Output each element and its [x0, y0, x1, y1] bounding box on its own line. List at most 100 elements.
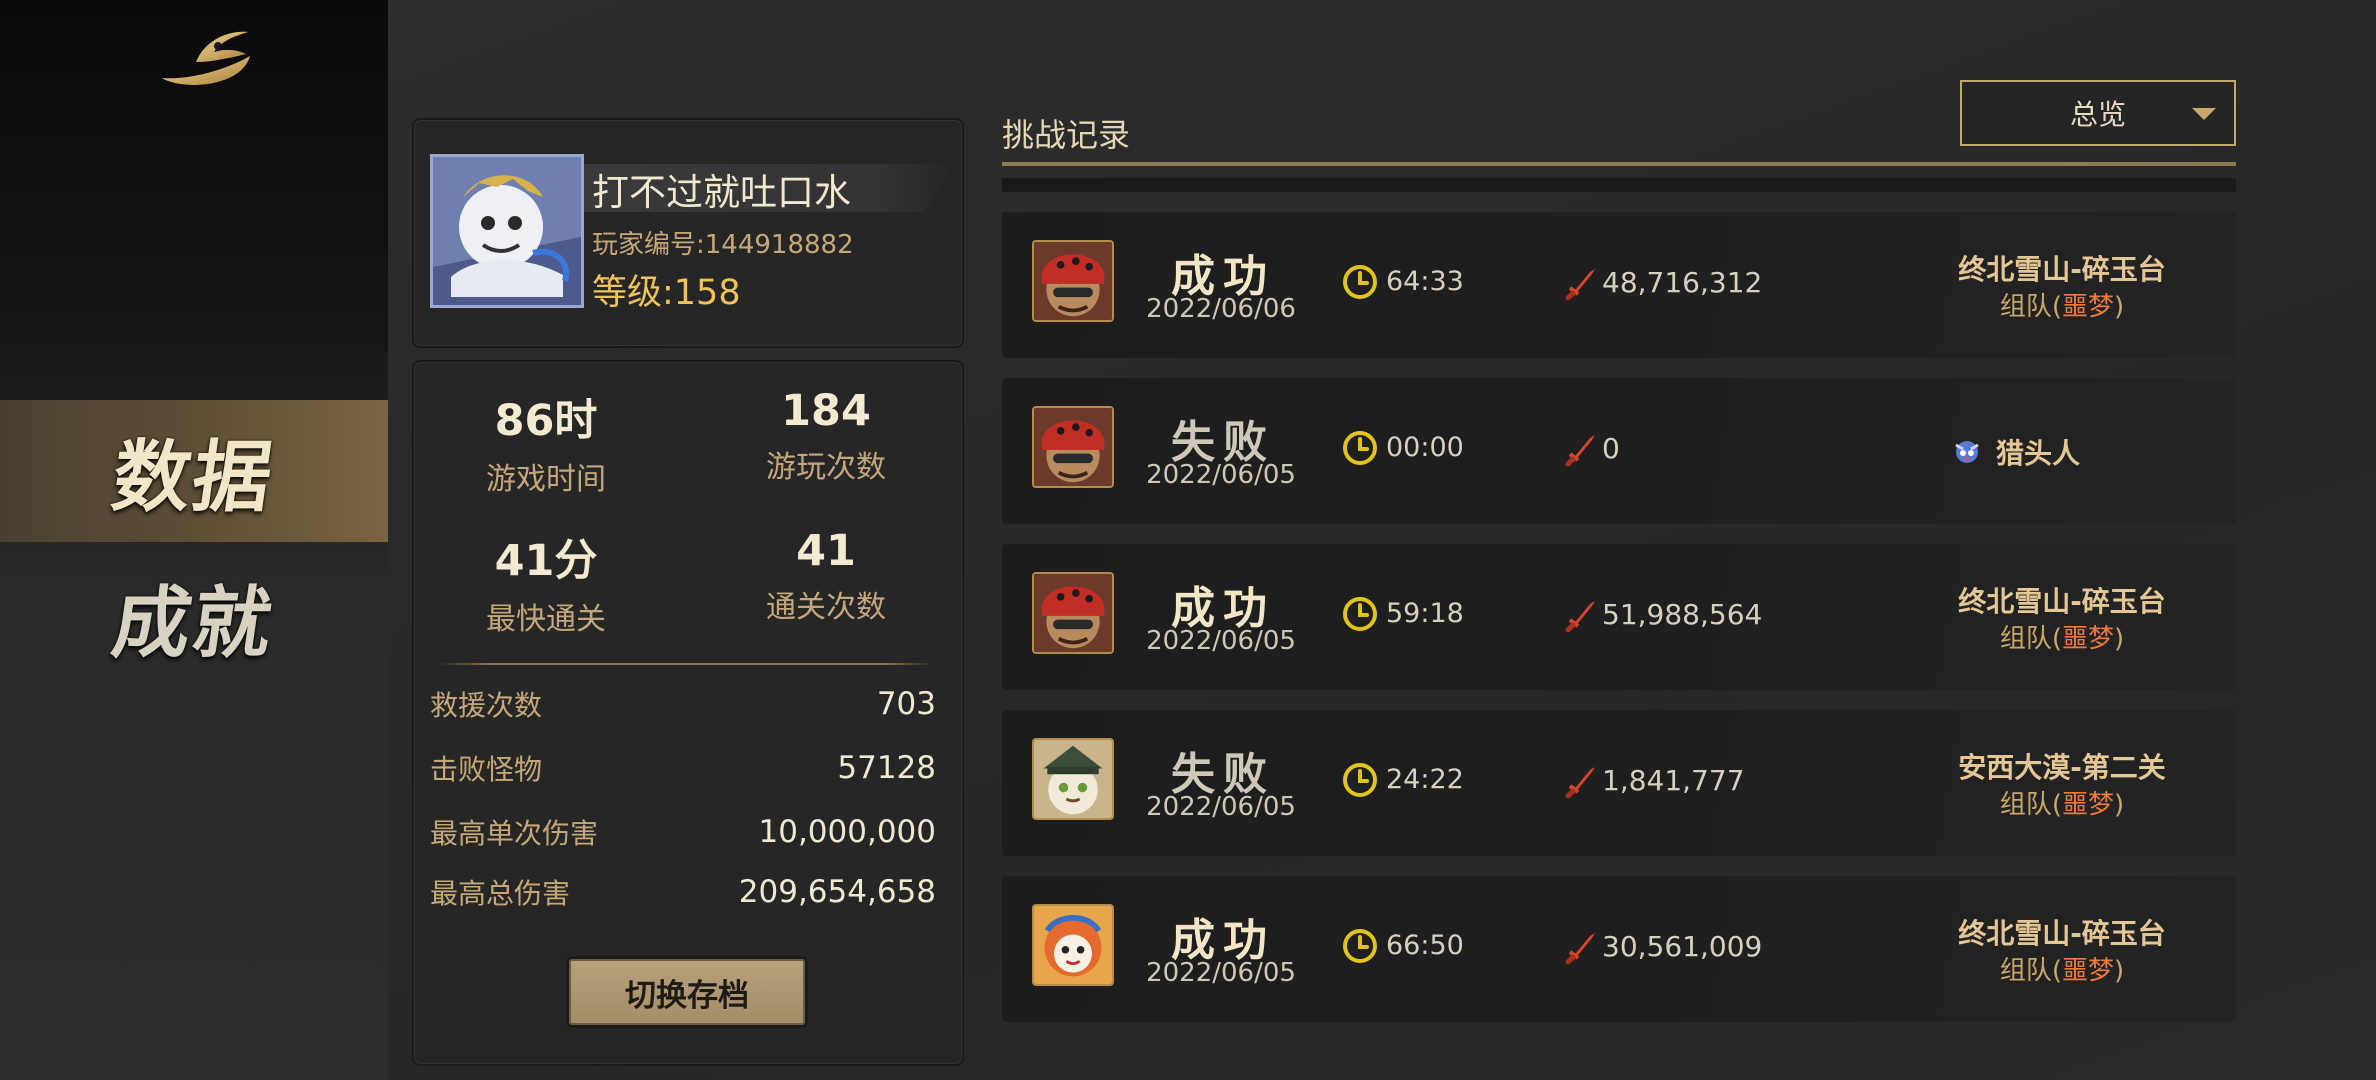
nav-achievements[interactable]: 成就	[0, 546, 388, 688]
record-time: 66:50	[1386, 930, 1464, 961]
stat-play-time-value: 86时	[494, 396, 598, 446]
nav-achievements-label: 成就	[106, 578, 280, 669]
record-mode-difficulty: 噩梦	[2061, 956, 2114, 986]
switch-save-button[interactable]: 切换存档	[566, 956, 808, 1028]
clock-icon	[1342, 762, 1378, 798]
record-time: 59:18	[1386, 598, 1464, 629]
stat-clear-count: 41 通关次数	[696, 526, 956, 626]
record-damage: 51,988,564	[1602, 598, 1763, 631]
records-filter-dropdown[interactable]: 总览	[1960, 80, 2236, 146]
nav-data[interactable]: 数据	[0, 400, 388, 542]
record-stage: 终北雪山-碎玉台	[1958, 585, 2166, 618]
records-scroll-top	[1002, 178, 2236, 192]
sword-icon	[1564, 762, 1600, 798]
sword-icon	[1564, 928, 1600, 964]
record-avatar	[1032, 738, 1114, 820]
record-mode-difficulty: 噩梦	[2061, 790, 2114, 820]
record-time: 00:00	[1386, 432, 1464, 463]
records-title: 挑战记录	[1002, 116, 1131, 154]
records-divider	[1002, 162, 2236, 166]
stat-row-label: 最高单次伤害	[430, 817, 599, 850]
record-avatar	[1032, 904, 1114, 986]
stat-row-label: 最高总伤害	[430, 877, 571, 910]
record-avatar	[1032, 240, 1114, 322]
stat-fastest-clear-label: 最快通关	[486, 602, 606, 637]
player-avatar-image	[433, 157, 581, 305]
stat-fastest-clear-value: 41分	[494, 536, 598, 586]
record-mode-suffix: )	[2114, 790, 2125, 820]
record-mode-difficulty: 噩梦	[2061, 292, 2114, 322]
red-hood-avatar-icon	[1034, 242, 1112, 320]
stat-play-count-label: 游玩次数	[766, 450, 886, 485]
player-name: 打不过就吐口水	[592, 171, 851, 214]
record-stage: 终北雪山-碎玉台	[1958, 917, 2166, 950]
record-row[interactable]: 成功 2022/06/05 66:50 30,561,009 终北雪山-碎玉台 …	[1002, 876, 2236, 1022]
record-damage: 30,561,009	[1602, 930, 1763, 963]
clock-icon	[1342, 928, 1378, 964]
record-mode-prefix: 组队(	[1999, 292, 2062, 322]
stat-clear-count-value: 41	[796, 526, 856, 576]
clock-icon	[1342, 430, 1378, 466]
record-damage: 1,841,777	[1602, 764, 1745, 797]
record-mode-suffix: )	[2114, 292, 2125, 322]
stat-row-max-total-damage: 最高总伤害 209,654,658	[430, 872, 936, 912]
red-hood-avatar-icon	[1034, 408, 1112, 486]
stat-play-time-label: 游戏时间	[486, 462, 606, 497]
record-mode-prefix: 组队(	[1999, 956, 2062, 986]
player-id: 玩家编号:144918882	[592, 230, 854, 260]
player-level: 等级:158	[592, 273, 741, 313]
stat-row-value: 10,000,000	[758, 814, 937, 850]
stat-fastest-clear: 41分 最快通关	[416, 526, 676, 638]
record-boss-name: 猎头人	[1996, 437, 2081, 470]
record-damage: 48,716,312	[1602, 266, 1763, 299]
stat-row-value: 209,654,658	[738, 874, 936, 910]
record-damage: 0	[1602, 432, 1620, 465]
stat-row-kills: 击败怪物 57128	[430, 748, 936, 788]
sword-icon	[1564, 596, 1600, 632]
record-mode-prefix: 组队(	[1999, 790, 2062, 820]
stat-play-time: 86时 游戏时间	[416, 386, 676, 498]
stat-row-label: 救援次数	[430, 689, 543, 722]
sidebar: 数据 成就	[0, 0, 388, 1080]
clock-icon	[1342, 596, 1378, 632]
player-avatar[interactable]	[430, 154, 584, 308]
record-boss: 猎头人	[1952, 432, 2080, 472]
sword-icon	[1564, 430, 1600, 466]
record-stage: 安西大漠-第二关	[1958, 751, 2166, 784]
stat-row-value: 703	[876, 686, 936, 722]
record-date: 2022/06/06	[1146, 294, 1296, 324]
record-stage: 终北雪山-碎玉台	[1958, 253, 2166, 286]
stat-play-count: 184 游玩次数	[696, 386, 956, 486]
record-time: 64:33	[1386, 266, 1464, 297]
stat-clear-count-label: 通关次数	[766, 590, 886, 625]
record-mode: 组队(噩梦)	[1902, 950, 2222, 987]
stat-row-max-single-damage: 最高单次伤害 10,000,000	[430, 812, 936, 852]
record-row[interactable]: 失败 2022/06/05 00:00 0 猎头人	[1002, 378, 2236, 524]
record-date: 2022/06/05	[1146, 958, 1296, 988]
records-filter-value: 总览	[2069, 98, 2126, 131]
record-mode-suffix: )	[2114, 956, 2125, 986]
record-mode-prefix: 组队(	[1999, 624, 2062, 654]
nav-data-label: 数据	[106, 432, 280, 523]
stat-row-label: 击败怪物	[430, 753, 543, 786]
cat-hat-avatar-icon	[1034, 740, 1112, 818]
clock-icon	[1342, 264, 1378, 300]
headhunter-icon	[1952, 437, 1982, 467]
record-time: 24:22	[1386, 764, 1464, 795]
game-logo-icon	[162, 31, 250, 85]
record-date: 2022/06/05	[1146, 626, 1296, 656]
record-row[interactable]: 成功 2022/06/06 64:33 48,716,312 终北雪山-碎玉台 …	[1002, 212, 2236, 358]
record-mode: 组队(噩梦)	[1902, 784, 2222, 821]
record-row[interactable]: 成功 2022/06/05 59:18 51,988,564 终北雪山-碎玉台 …	[1002, 544, 2236, 690]
stats-divider	[440, 663, 934, 665]
record-avatar	[1032, 406, 1114, 488]
stat-play-count-value: 184	[781, 386, 871, 436]
red-hood-avatar-icon	[1034, 574, 1112, 652]
record-mode-difficulty: 噩梦	[2061, 624, 2114, 654]
record-mode-suffix: )	[2114, 624, 2125, 654]
record-avatar	[1032, 572, 1114, 654]
chevron-down-icon	[2192, 108, 2216, 120]
record-row[interactable]: 失败 2022/06/05 24:22 1,841,777 安西大漠-第二关 组…	[1002, 710, 2236, 856]
stat-row-rescues: 救援次数 703	[430, 684, 936, 724]
stat-row-value: 57128	[837, 750, 936, 786]
